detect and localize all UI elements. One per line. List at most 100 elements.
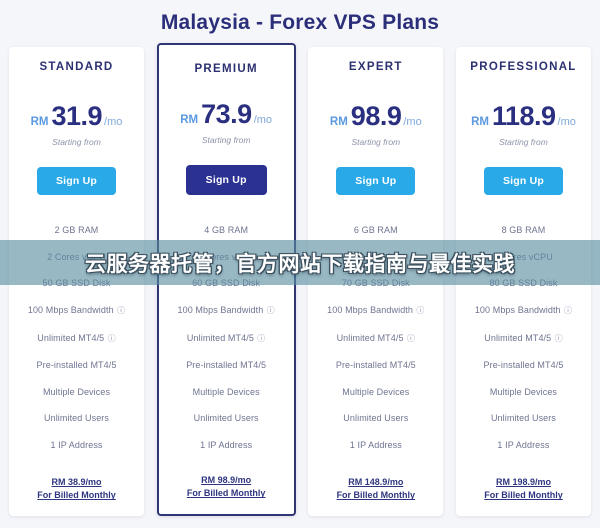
starting-from-label: Starting from <box>52 137 101 147</box>
monthly-price-link[interactable]: RM 98.9/mo <box>164 474 289 487</box>
billed-monthly-link[interactable]: For Billed Monthly <box>14 489 139 502</box>
currency-label: RM <box>471 116 489 128</box>
currency-label: RM <box>329 116 348 128</box>
billed-monthly-link[interactable]: For Billed Monthly <box>164 487 289 500</box>
info-help-icon[interactable]: ⓘ <box>115 306 125 315</box>
info-help-icon[interactable]: ⓘ <box>552 334 563 343</box>
feature-item: 1 IP Address <box>164 432 289 459</box>
feature-label: Multiple Devices <box>342 386 410 397</box>
feature-item: 4 GB RAM <box>164 217 289 244</box>
feature-label: Unlimited Users <box>43 413 109 424</box>
feature-label: Unlimited MT4/5 <box>484 332 552 343</box>
feature-list: 4 GB RAM 4 Cores vCPU 60 GB SSD Disk 100 Mb… <box>164 217 289 458</box>
feature-item: 1 IP Address <box>14 432 139 459</box>
signup-button[interactable]: Sign Up <box>185 165 267 195</box>
feature-label: 8 Cores vCPU <box>494 251 553 262</box>
feature-label: 2 Cores vCPU <box>47 251 106 262</box>
feature-label: 70 GB SSD Disk <box>341 278 410 289</box>
info-help-icon[interactable]: ⓘ <box>255 334 265 343</box>
feature-label: Pre-installed MT4/5 <box>36 360 117 371</box>
feature-list: 2 GB RAM 2 Cores vCPU 50 GB SSD Disk 100 Mb… <box>14 217 139 458</box>
feature-label: 50 GB SSD Disk <box>42 278 111 289</box>
price-period: /mo <box>403 116 422 128</box>
monthly-price-link[interactable]: RM 148.9/mo <box>313 476 438 489</box>
feature-item: Multiple Devices <box>313 379 438 406</box>
feature-label: 8 GB RAM <box>501 225 546 236</box>
feature-item: 100 Mbps Bandwidth ⓘ <box>164 297 289 325</box>
feature-label: 4 GB RAM <box>204 225 249 236</box>
feature-label: Multiple Devices <box>489 386 558 397</box>
signup-button[interactable]: Sign Up <box>36 167 117 195</box>
info-help-icon[interactable]: ⓘ <box>562 306 572 315</box>
feature-item: 70 GB SSD Disk <box>313 270 438 297</box>
info-help-icon[interactable]: ⓘ <box>405 334 415 343</box>
feature-item: Unlimited MT4/5 ⓘ <box>313 324 438 352</box>
feature-label: 1 IP Address <box>200 440 253 451</box>
card-footer: RM 148.9/mo For Billed Monthly <box>313 476 438 502</box>
info-help-icon[interactable]: ⓘ <box>264 306 275 315</box>
feature-item: 80 GB SSD Disk <box>461 270 586 297</box>
feature-item: Multiple Devices <box>461 379 586 406</box>
starting-from-label: Starting from <box>201 135 251 145</box>
pricing-page: Malaysia - Forex VPS Plans STANDARD RM 31.… <box>0 0 600 528</box>
billed-monthly-link[interactable]: For Billed Monthly <box>461 489 586 502</box>
plan-price: RM 118.9/mo <box>461 103 586 130</box>
billed-monthly-link[interactable]: For Billed Monthly <box>313 489 438 502</box>
feature-item: 8 Cores vCPU <box>461 244 586 271</box>
feature-label: Pre-installed MT4/5 <box>335 360 416 371</box>
feature-label: 1 IP Address <box>349 440 402 451</box>
feature-item: Unlimited Users <box>313 405 438 432</box>
feature-item: 1 IP Address <box>461 432 586 459</box>
feature-item: Unlimited Users <box>461 405 586 432</box>
monthly-price-link[interactable]: RM 198.9/mo <box>461 476 586 489</box>
card-footer: RM 98.9/mo For Billed Monthly <box>164 474 289 500</box>
feature-label: 60 GB SSD Disk <box>192 278 261 289</box>
feature-label: 6 Cores vCPU <box>346 251 406 262</box>
feature-label: Unlimited Users <box>193 413 259 424</box>
feature-item: 2 Cores vCPU <box>14 244 139 271</box>
feature-item: 100 Mbps Bandwidth ⓘ <box>313 297 438 325</box>
feature-item: Unlimited Users <box>164 405 289 432</box>
feature-item: 50 GB SSD Disk <box>14 270 139 297</box>
feature-item: 100 Mbps Bandwidth ⓘ <box>461 297 586 325</box>
currency-label: RM <box>30 116 49 128</box>
feature-label: Unlimited Users <box>490 413 556 424</box>
page-title: Malaysia - Forex VPS Plans <box>160 11 440 34</box>
plan-name: PREMIUM <box>194 63 258 75</box>
plan-name: EXPERT <box>348 61 403 73</box>
feature-item: 60 GB SSD Disk <box>164 270 289 297</box>
info-help-icon[interactable]: ⓘ <box>414 306 424 315</box>
plan-name: STANDARD <box>39 61 114 73</box>
feature-label: 4 Cores vCPU <box>196 251 256 262</box>
feature-label: 80 GB SSD Disk <box>489 278 558 289</box>
feature-label: 6 GB RAM <box>353 225 398 236</box>
info-help-icon[interactable]: ⓘ <box>105 334 116 343</box>
currency-label: RM <box>180 114 199 126</box>
price-period: /mo <box>557 116 576 128</box>
feature-item: 8 GB RAM <box>461 217 586 244</box>
pricing-cards-row: STANDARD RM 31.9/mo Starting from Sign Up 2 G… <box>0 43 600 517</box>
card-footer: RM 198.9/mo For Billed Monthly <box>461 476 586 502</box>
feature-item: Pre-installed MT4/5 <box>313 352 438 379</box>
feature-item: 6 Cores vCPU <box>313 244 438 271</box>
feature-label: 100 Mbps Bandwidth <box>474 305 561 316</box>
feature-item: Unlimited MT4/5 ⓘ <box>461 324 586 352</box>
feature-label: 100 Mbps Bandwidth <box>327 305 414 316</box>
signup-button[interactable]: Sign Up <box>483 167 563 195</box>
feature-item: 100 Mbps Bandwidth ⓘ <box>14 297 139 325</box>
monthly-price-link[interactable]: RM 38.9/mo <box>14 476 139 489</box>
feature-label: Unlimited Users <box>343 413 409 424</box>
feature-label: 2 GB RAM <box>54 225 99 236</box>
price-amount: 73.9 <box>201 99 252 129</box>
signup-button[interactable]: Sign Up <box>336 167 416 195</box>
feature-list: 6 GB RAM 6 Cores vCPU 70 GB SSD Disk 100 Mb… <box>313 217 438 458</box>
pricing-card-expert: EXPERT RM 98.9/mo Starting from Sign Up 6 GB … <box>308 47 444 517</box>
feature-item: Pre-installed MT4/5 <box>164 352 289 379</box>
price-period: /mo <box>253 114 273 126</box>
pricing-card-standard: STANDARD RM 31.9/mo Starting from Sign Up 2 G… <box>9 47 144 517</box>
card-footer: RM 38.9/mo For Billed Monthly <box>14 476 139 502</box>
feature-label: Pre-installed MT4/5 <box>186 360 267 371</box>
feature-item: 1 IP Address <box>313 432 438 459</box>
feature-item: Pre-installed MT4/5 <box>461 352 586 379</box>
starting-from-label: Starting from <box>351 137 401 147</box>
